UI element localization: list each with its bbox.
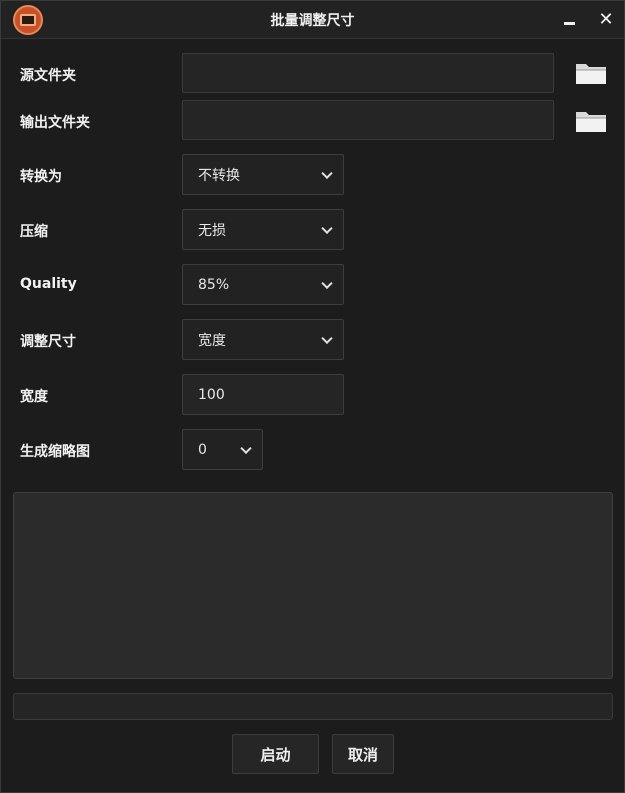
convert-to-select[interactable]: 不转换: [182, 154, 344, 195]
cancel-button[interactable]: 取消: [332, 734, 394, 774]
log-output[interactable]: [13, 492, 613, 679]
chevron-down-icon: [321, 222, 333, 234]
close-icon[interactable]: ✕: [594, 7, 618, 31]
window-title: 批量调整尺寸: [270, 13, 355, 29]
source-folder-label: 源文件夹: [20, 68, 76, 84]
source-folder-input[interactable]: [182, 53, 554, 93]
resize-mode-label: 调整尺寸: [20, 334, 76, 350]
output-folder-input[interactable]: [182, 100, 554, 140]
quality-value: 85%: [198, 276, 230, 293]
chevron-down-icon: [321, 277, 333, 289]
chevron-down-icon: [321, 332, 333, 344]
convert-to-label: 转换为: [20, 169, 62, 185]
folder-icon[interactable]: [574, 108, 608, 134]
resize-mode-select[interactable]: 宽度: [182, 319, 344, 360]
minimize-icon[interactable]: [557, 7, 581, 31]
title-bar[interactable]: 批量调整尺寸 ✕: [1, 1, 624, 39]
thumbnails-label: 生成缩略图: [20, 444, 90, 460]
width-input[interactable]: 100: [182, 374, 344, 415]
batch-resize-window: 批量调整尺寸 ✕ 源文件夹 输出文件夹 转换为 不转换 压缩 无损 Qualit…: [0, 0, 625, 793]
resize-mode-value: 宽度: [198, 332, 226, 349]
thumbnails-select[interactable]: 0: [182, 429, 263, 470]
quality-label: Quality: [20, 276, 77, 292]
convert-to-value: 不转换: [198, 167, 240, 184]
output-folder-label: 输出文件夹: [20, 115, 90, 131]
compression-value: 无损: [198, 222, 226, 239]
chevron-down-icon: [240, 442, 252, 454]
thumbnails-value: 0: [198, 441, 207, 458]
start-button[interactable]: 启动: [232, 734, 319, 774]
progress-bar: [13, 693, 613, 720]
width-label: 宽度: [20, 389, 48, 405]
quality-select[interactable]: 85%: [182, 264, 344, 305]
width-value: 100: [198, 386, 225, 403]
compression-label: 压缩: [20, 224, 48, 240]
compression-select[interactable]: 无损: [182, 209, 344, 250]
chevron-down-icon: [321, 167, 333, 179]
folder-icon[interactable]: [574, 60, 608, 86]
